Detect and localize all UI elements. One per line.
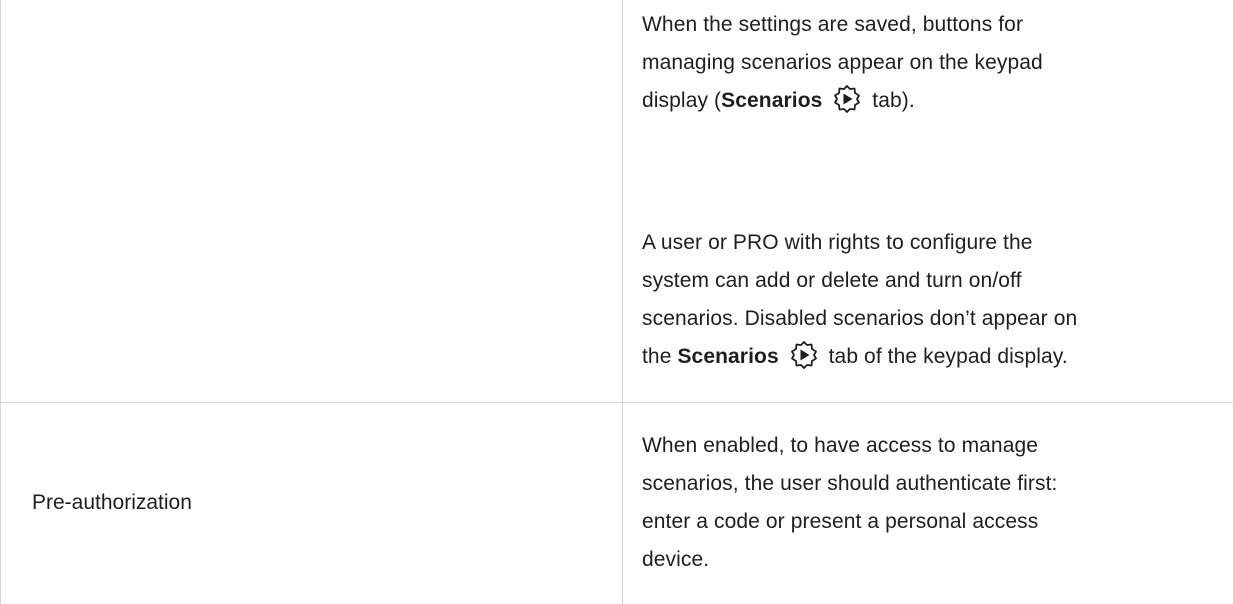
text-line: enter a code or present a personal acces…	[642, 510, 1039, 533]
scenarios-icon	[787, 340, 821, 370]
text-line: scenarios. Disabled scenarios don’t appe…	[642, 307, 1078, 330]
table-row-pre-authorization: Pre-authorization When enabled, to have …	[0, 403, 1233, 604]
text-line: scenarios, the user should authenticate …	[642, 472, 1058, 495]
text-line: display (Scenarios tab).	[642, 82, 1222, 120]
pre-authorization-description: When enabled, to have access to manage s…	[642, 427, 1222, 579]
text-line: managing scenarios appear on the keypad	[642, 51, 1043, 74]
scenarios-tab-name: Scenarios	[677, 345, 779, 368]
setting-label-pre-authorization: Pre-authorization	[32, 491, 192, 514]
text-line: When the settings are saved, buttons for	[642, 13, 1024, 36]
text-line: system can add or delete and turn on/off	[642, 269, 1022, 292]
table-row-scenarios: When the settings are saved, buttons for…	[0, 0, 1233, 402]
scenarios-icon	[830, 84, 864, 114]
text-line: device.	[642, 548, 710, 571]
text-line: A user or PRO with rights to configure t…	[642, 231, 1033, 254]
settings-table: When the settings are saved, buttons for…	[0, 0, 1233, 604]
text-line: the Scenarios tab of the keypad display.	[642, 338, 1222, 376]
scenarios-description-rights: A user or PRO with rights to configure t…	[642, 224, 1222, 376]
scenarios-tab-name: Scenarios	[721, 89, 823, 112]
scenarios-description-saved: When the settings are saved, buttons for…	[642, 6, 1222, 120]
text-line: When enabled, to have access to manage	[642, 434, 1039, 457]
